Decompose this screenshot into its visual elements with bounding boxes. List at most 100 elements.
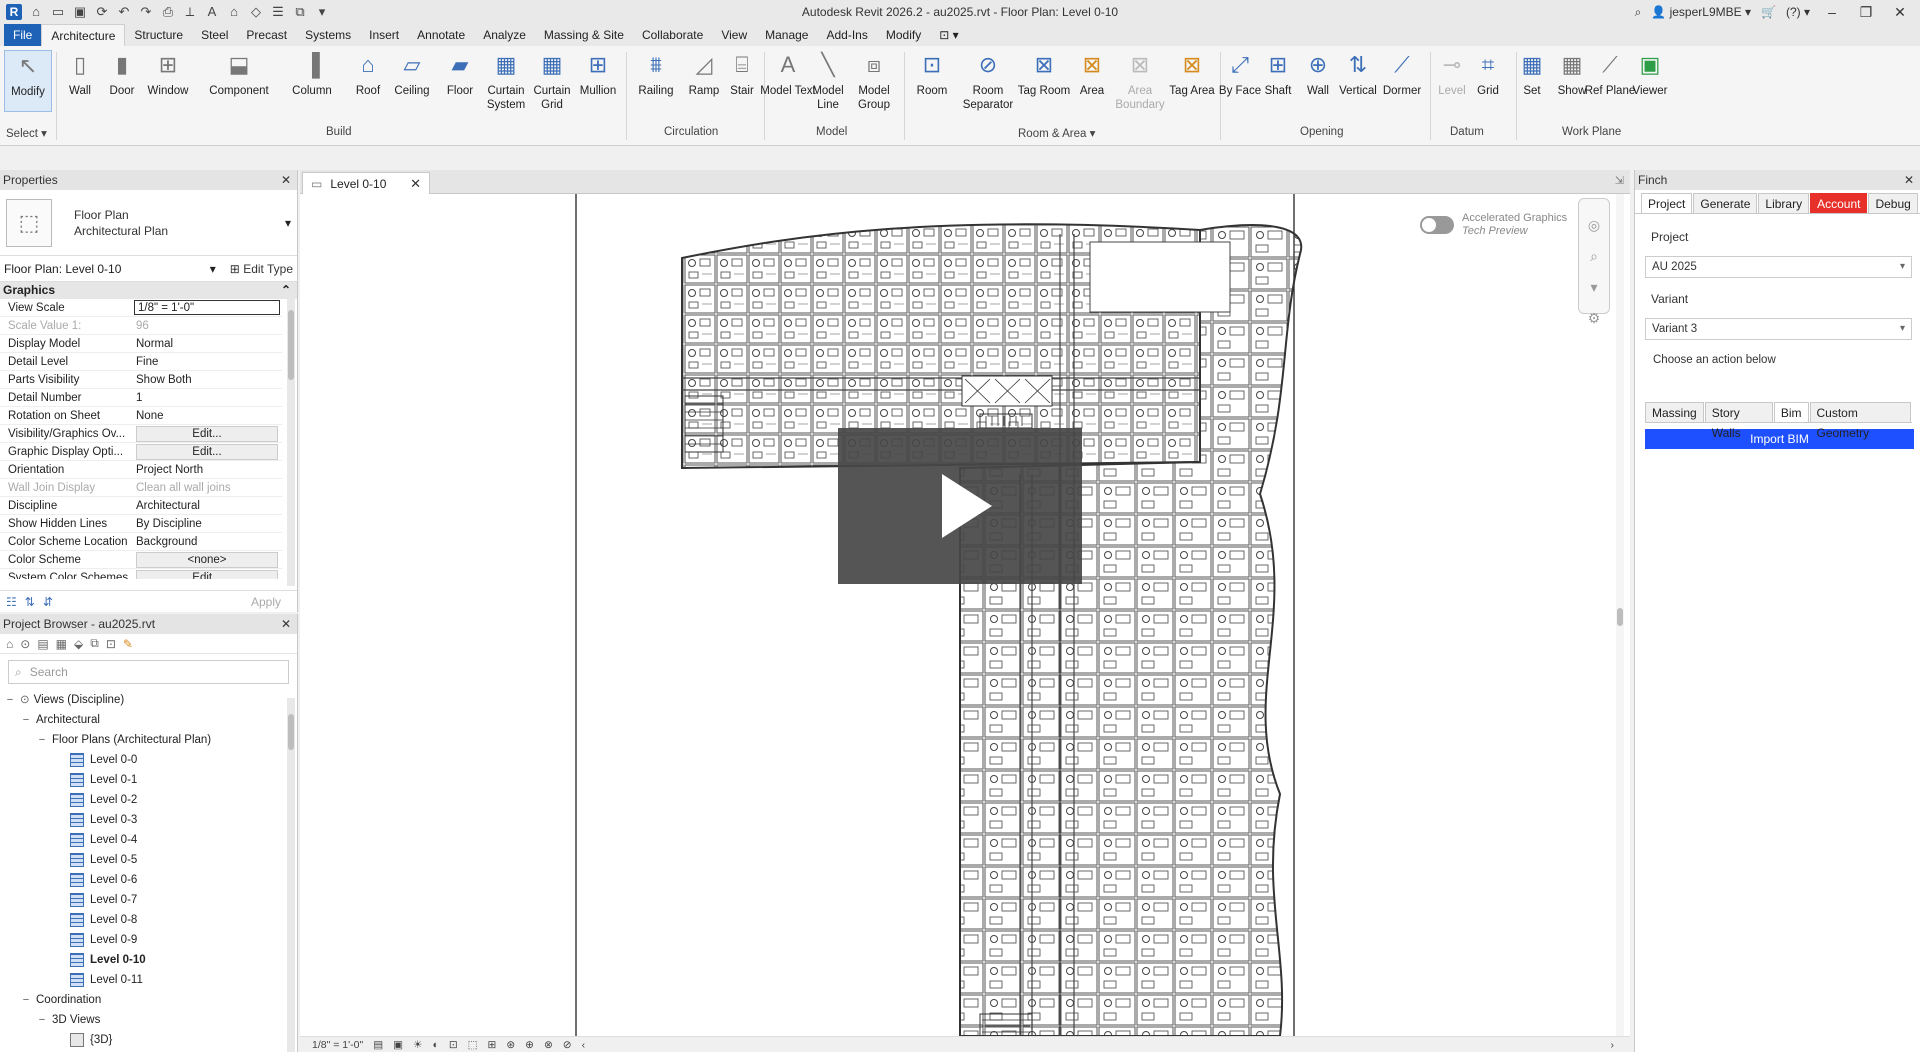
model-group-button[interactable]: ⧈ Model Group (846, 50, 902, 112)
instance-selector[interactable]: Floor Plan: Level 0-10 (4, 262, 121, 276)
browser-search-input[interactable]: ⌕ Search (8, 660, 289, 684)
tab-systems[interactable]: Systems (296, 24, 360, 46)
shadows-icon[interactable]: ◐ (432, 1039, 438, 1051)
tab-add-ins[interactable]: Add-Ins (817, 24, 876, 46)
open-icon[interactable]: ▭ (50, 4, 66, 20)
scroll-thumb[interactable] (1617, 608, 1623, 626)
color-scheme-button[interactable]: <none> (136, 552, 278, 568)
categorize-icon[interactable]: ☷ (6, 595, 17, 609)
property-row[interactable]: Detail Number 1 (0, 389, 282, 407)
graphic-display-edit-button[interactable]: Edit... (136, 444, 278, 460)
graphics-group-header[interactable]: Graphics ⌃ (0, 282, 297, 299)
subtab-custom-geometry[interactable]: Custom Geometry (1809, 402, 1911, 440)
sync-icon[interactable]: ⟳ (94, 4, 110, 20)
schedules-icon[interactable]: ▤ (37, 637, 48, 651)
tab-file[interactable]: File (4, 24, 42, 46)
lock-3d-icon[interactable]: ⊞ (488, 1039, 497, 1051)
canvas-scrollbar[interactable] (1616, 194, 1624, 1036)
finch-tab-library[interactable]: Library (1758, 193, 1810, 213)
tab-view[interactable]: View (712, 24, 756, 46)
tree-item-level[interactable]: Level 0-1 (0, 770, 297, 790)
families-icon[interactable]: ⬙ (74, 637, 83, 651)
type-selector[interactable]: ⬚ Floor Plan Architectural Plan ▾ (0, 190, 297, 256)
column-button[interactable]: ▐ Column (284, 50, 340, 98)
tab-analyze[interactable]: Analyze (474, 24, 535, 46)
property-row[interactable]: Orientation Project North (0, 461, 282, 479)
close-icon[interactable]: ✕ (1904, 173, 1914, 187)
tab-collaborate[interactable]: Collaborate (633, 24, 712, 46)
cart-icon[interactable]: 🛒 (1761, 5, 1776, 19)
detail-level-icon[interactable]: ▤ (373, 1039, 383, 1051)
finch-tab-debug[interactable]: Debug (1868, 193, 1918, 213)
tab-massing-site[interactable]: Massing & Site (535, 24, 633, 46)
measure-icon[interactable]: ⟂ (182, 4, 198, 20)
close-icon[interactable]: ✕ (281, 617, 291, 631)
tree-node-floor-plans[interactable]: − Floor Plans (Architectural Plan) (0, 730, 297, 750)
tab-annotate[interactable]: Annotate (408, 24, 474, 46)
property-row[interactable]: Show Hidden Lines By Discipline (0, 515, 282, 533)
scroll-right-icon[interactable]: › (1611, 1039, 1615, 1051)
view-scale-field[interactable]: 1/8" = 1'-0" (134, 300, 280, 315)
scroll-thumb[interactable] (288, 310, 294, 380)
views-icon[interactable]: ⊙ (20, 637, 30, 651)
user-account[interactable]: 👤 jesperL9MBE ▾ (1651, 5, 1751, 19)
room-button[interactable]: ⊡ Room (904, 50, 960, 98)
scroll-thumb[interactable] (288, 714, 294, 750)
finch-tab-account[interactable]: Account (1810, 193, 1868, 213)
collapse-icon[interactable]: − (36, 730, 48, 750)
video-play-button[interactable] (838, 428, 1082, 584)
revit-logo-icon[interactable]: R (6, 4, 22, 20)
chevron-down-icon[interactable]: ▾ (1590, 279, 1597, 296)
tab-modify[interactable]: Modify (877, 24, 930, 46)
tab-menu-icon[interactable]: ⇲ (1615, 174, 1624, 187)
subtab-massing[interactable]: Massing (1645, 402, 1704, 422)
section-icon[interactable]: ◇ (248, 4, 264, 20)
3d-view-icon[interactable]: ⌂ (226, 4, 242, 20)
search-binoculars-icon[interactable]: ⌕ (1635, 5, 1642, 20)
tree-item-level[interactable]: Level 0-2 (0, 790, 297, 810)
tab-insert[interactable]: Insert (360, 24, 408, 46)
crop-view-icon[interactable]: ⊡ (449, 1039, 458, 1051)
tree-item-level[interactable]: Level 0-5 (0, 850, 297, 870)
close-icon[interactable]: ✕ (281, 173, 291, 187)
chevron-down-icon[interactable]: ▾ (210, 262, 216, 276)
subtab-bim[interactable]: Bim (1773, 402, 1809, 422)
room-separator-button[interactable]: ⊘ Room Separator (958, 50, 1018, 112)
tab-manage[interactable]: Manage (756, 24, 817, 46)
finch-tab-generate[interactable]: Generate (1693, 193, 1758, 213)
view-tab-level[interactable]: ▭ Level 0-10 ✕ (302, 172, 430, 194)
tree-item-level[interactable]: Level 0-8 (0, 910, 297, 930)
room-area-panel-label[interactable]: Room & Area ▾ (1018, 126, 1095, 140)
help-icon[interactable]: (?) ▾ (1786, 5, 1810, 19)
sort-descending-icon[interactable]: ⇵ (43, 595, 53, 609)
select-panel-label[interactable]: Select ▾ (6, 126, 47, 140)
area-boundary-button[interactable]: ⊠ Area Boundary (1112, 50, 1168, 112)
system-color-schemes-button[interactable]: Edit... (136, 570, 278, 579)
tab-architecture[interactable]: Architecture (41, 24, 126, 46)
view-scale[interactable]: 1/8" = 1'-0" (312, 1039, 363, 1051)
tree-item-level[interactable]: Level 0-7 (0, 890, 297, 910)
accelerated-graphics-toggle[interactable] (1420, 216, 1454, 234)
tree-item-3d[interactable]: {3D} (0, 1030, 297, 1050)
home-icon[interactable]: ⌂ (6, 637, 13, 651)
tab-precast[interactable]: Precast (237, 24, 296, 46)
thin-lines-icon[interactable]: ☰ (270, 4, 286, 20)
mullion-button[interactable]: ⊞ Mullion (570, 50, 626, 98)
undo-icon[interactable]: ↶ (116, 4, 132, 20)
property-row[interactable]: Discipline Architectural (0, 497, 282, 515)
component-button[interactable]: ⬓ Component (208, 50, 270, 98)
pencil-icon[interactable]: ✎ (123, 637, 133, 651)
customize-qat-icon[interactable]: ▾ (314, 4, 330, 20)
analytical-icon[interactable]: ⊘ (563, 1039, 572, 1051)
restore-button[interactable]: ❐ (1854, 4, 1878, 21)
modify-button[interactable]: ↖ Modify (4, 50, 52, 112)
home-icon[interactable]: ⌂ (28, 4, 44, 20)
collapse-icon[interactable]: − (36, 1010, 48, 1030)
edit-type-button[interactable]: ⊞ Edit Type (230, 262, 293, 276)
import-bim-button[interactable]: Import BIM (1645, 429, 1914, 449)
switch-windows-icon[interactable]: ⧉ (292, 4, 308, 20)
properties-scrollbar[interactable] (287, 298, 295, 586)
reveal-hidden-icon[interactable]: ⊕ (525, 1039, 534, 1051)
text-icon[interactable]: A (204, 4, 220, 20)
tab-structure[interactable]: Structure (125, 24, 192, 46)
